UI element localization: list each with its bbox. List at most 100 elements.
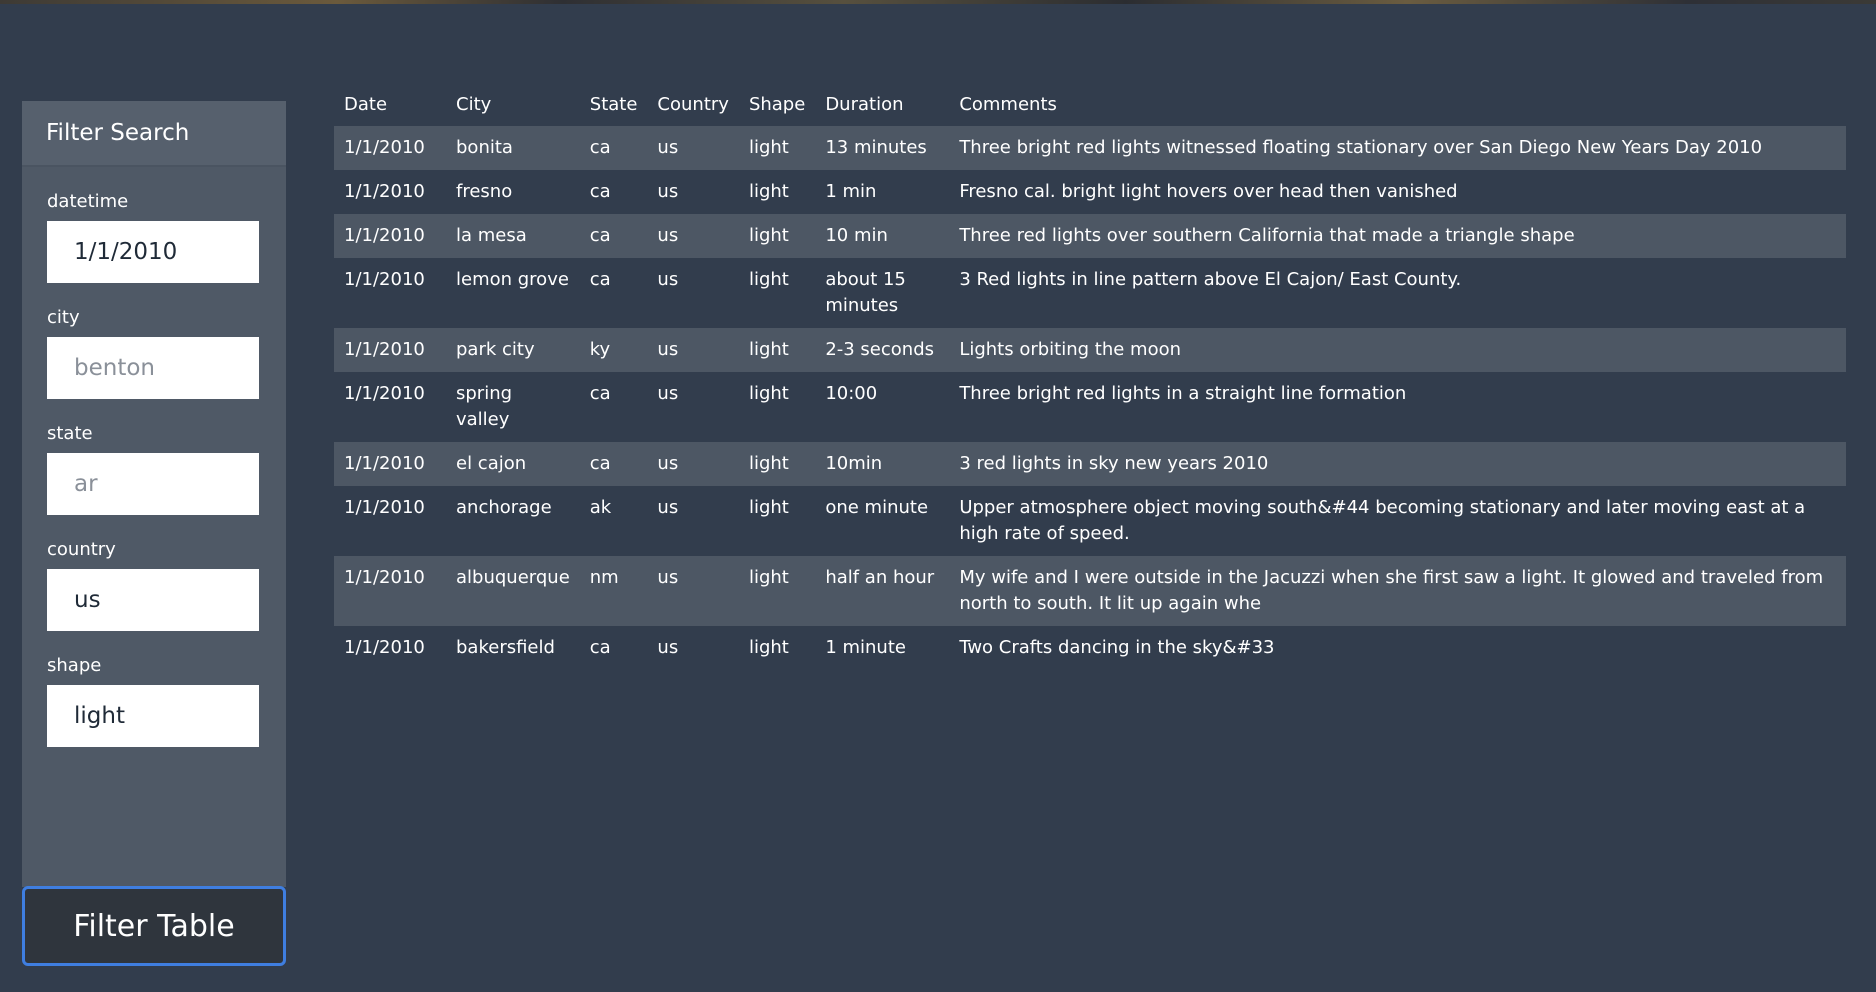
cell-shape: light (748, 383, 789, 404)
cell-city: lemon grove (456, 269, 569, 290)
cell-comments: Lights orbiting the moon (959, 339, 1182, 360)
cell-date: 1/1/2010 (344, 269, 425, 290)
cell-country: us (657, 383, 679, 404)
state-input[interactable] (47, 453, 259, 515)
header-shape: Shape (748, 94, 806, 115)
table-row: 1/1/2010 albuquerque nm us light half an hour… (334, 556, 1846, 626)
filter-sidebar: Filter Search datetime city state countr… (22, 101, 286, 887)
cell-city: albuquerque (456, 567, 570, 588)
cell-shape: light (748, 453, 789, 474)
country-input[interactable] (47, 569, 259, 631)
cell-duration: 10min (825, 453, 883, 474)
ufo-table-container: Date City State Country Shape Duration C… (334, 88, 1846, 670)
cell-date: 1/1/2010 (344, 181, 425, 202)
cell-state: ca (589, 181, 611, 202)
cell-comments: Upper atmosphere object moving south&#44… (959, 497, 1806, 544)
ufo-sightings-table: Date City State Country Shape Duration C… (334, 88, 1846, 670)
cell-country: us (657, 453, 679, 474)
table-row: 1/1/2010 bonita ca us light 13 minutes Three b… (334, 126, 1846, 170)
cell-duration: 10 min (825, 225, 888, 246)
datetime-field-group: datetime (22, 193, 286, 283)
cell-duration: 1 minute (825, 637, 906, 658)
cell-shape: light (748, 497, 789, 518)
cell-state: ca (589, 225, 611, 246)
cell-comments: 3 Red lights in line pattern above El Ca… (959, 269, 1462, 290)
table-header-row: Date City State Country Shape Duration C… (334, 88, 1846, 126)
cell-state: ky (589, 339, 611, 360)
cell-city: fresno (456, 181, 513, 202)
cell-city: el cajon (456, 453, 527, 474)
cell-date: 1/1/2010 (344, 225, 425, 246)
cell-city: bonita (456, 137, 513, 158)
table-row: 1/1/2010 el cajon ca us light 10min 3 red ligh… (334, 442, 1846, 486)
cell-city: la mesa (456, 225, 527, 246)
cell-state: ca (589, 137, 611, 158)
shape-input[interactable] (47, 685, 259, 747)
header-city: City (456, 94, 492, 115)
top-banner-image (0, 0, 1876, 4)
cell-state: nm (589, 567, 619, 588)
cell-comments: Fresno cal. bright light hovers over hea… (959, 181, 1458, 202)
cell-date: 1/1/2010 (344, 453, 425, 474)
cell-date: 1/1/2010 (344, 637, 425, 658)
table-row: 1/1/2010 bakersfield ca us light 1 minute Two … (334, 626, 1846, 670)
shape-field-group: shape (22, 657, 286, 747)
cell-date: 1/1/2010 (344, 383, 425, 404)
city-input[interactable] (47, 337, 259, 399)
cell-duration: one minute (825, 497, 929, 518)
cell-shape: light (748, 339, 789, 360)
country-field-group: country (22, 541, 286, 631)
cell-state: ak (589, 497, 612, 518)
header-country: Country (657, 94, 729, 115)
cell-shape: light (748, 637, 789, 658)
shape-label: shape (47, 655, 102, 676)
cell-shape: light (748, 567, 789, 588)
cell-date: 1/1/2010 (344, 567, 425, 588)
datetime-label: datetime (47, 191, 129, 212)
cell-state: ca (589, 383, 611, 404)
cell-country: us (657, 137, 679, 158)
cell-country: us (657, 339, 679, 360)
cell-country: us (657, 225, 679, 246)
header-date: Date (344, 94, 388, 115)
table-row: 1/1/2010 spring valley ca us light 10:00 Three… (334, 372, 1846, 442)
filter-table-button[interactable]: Filter Table (22, 886, 286, 966)
cell-state: ca (589, 453, 611, 474)
cell-comments: Two Crafts dancing in the sky&#33 (959, 637, 1275, 658)
state-field-group: state (22, 425, 286, 515)
cell-country: us (657, 181, 679, 202)
cell-duration: about 15 minutes (825, 269, 906, 316)
cell-comments: Three bright red lights witnessed floati… (959, 137, 1763, 158)
cell-duration: 13 minutes (825, 137, 927, 158)
cell-state: ca (589, 269, 611, 290)
cell-state: ca (589, 637, 611, 658)
cell-duration: 1 min (825, 181, 877, 202)
table-row: 1/1/2010 fresno ca us light 1 min Fresno cal. … (334, 170, 1846, 214)
cell-shape: light (748, 269, 789, 290)
city-label: city (47, 307, 80, 328)
table-row: 1/1/2010 anchorage ak us light one minute Uppe… (334, 486, 1846, 556)
header-duration: Duration (825, 94, 904, 115)
cell-shape: light (748, 137, 789, 158)
cell-duration: half an hour (825, 567, 935, 588)
cell-country: us (657, 497, 679, 518)
cell-country: us (657, 567, 679, 588)
cell-city: park city (456, 339, 535, 360)
cell-date: 1/1/2010 (344, 497, 425, 518)
cell-duration: 10:00 (825, 383, 878, 404)
city-field-group: city (22, 309, 286, 399)
cell-date: 1/1/2010 (344, 137, 425, 158)
cell-comments: Three bright red lights in a straight li… (959, 383, 1407, 404)
header-state: State (589, 94, 638, 115)
cell-date: 1/1/2010 (344, 339, 425, 360)
table-row: 1/1/2010 park city ky us light 2-3 seconds Lig… (334, 328, 1846, 372)
header-comments: Comments (959, 94, 1057, 115)
cell-city: bakersfield (456, 637, 555, 658)
table-row: 1/1/2010 lemon grove ca us light about 15 min… (334, 258, 1846, 328)
cell-country: us (657, 269, 679, 290)
sidebar-title: Filter Search (22, 101, 286, 167)
cell-country: us (657, 637, 679, 658)
cell-comments: 3 red lights in sky new years 2010 (959, 453, 1269, 474)
cell-duration: 2-3 seconds (825, 339, 935, 360)
datetime-input[interactable] (47, 221, 259, 283)
